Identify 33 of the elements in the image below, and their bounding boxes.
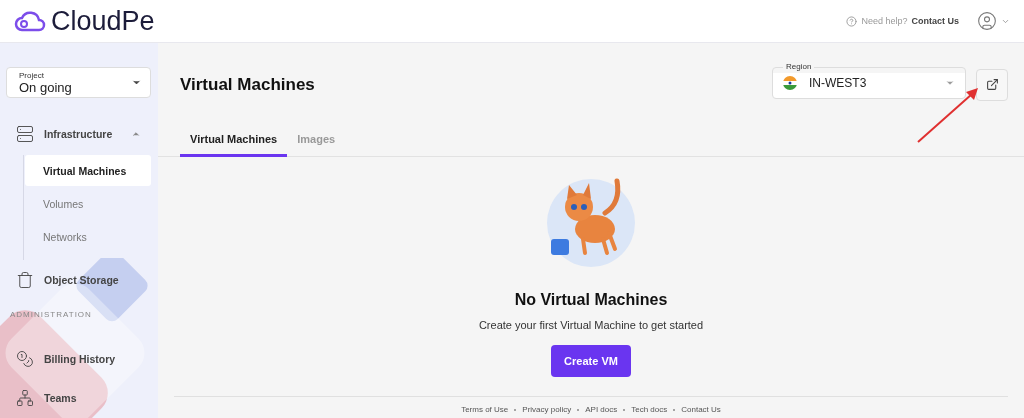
page-title: Virtual Machines <box>180 74 315 95</box>
coins-icon <box>16 349 34 368</box>
empty-state-text: Create your first Virtual Machine to get started <box>478 319 704 331</box>
cloud-logo-icon <box>14 10 46 32</box>
logo[interactable]: CloudPe <box>14 5 155 37</box>
nav-item[interactable]: Infrastructure <box>6 113 151 156</box>
nav-subitem[interactable]: Networks <box>25 221 151 253</box>
nav-subitem[interactable]: Virtual Machines <box>25 155 151 187</box>
network-icon <box>16 389 34 408</box>
nav-item[interactable]: Billing History <box>6 338 151 379</box>
user-avatar-icon[interactable] <box>977 11 997 31</box>
flag-icon <box>783 76 797 90</box>
nav-subitem[interactable]: Volumes <box>25 188 151 220</box>
nav-item[interactable]: Object Storage <box>6 260 151 300</box>
server-icon <box>16 125 34 144</box>
region-label: Region <box>785 62 813 72</box>
empty-state-title: No Virtual Machines <box>514 291 668 309</box>
contact-link[interactable]: Contact Us <box>911 16 959 26</box>
help-text: Need help? <box>861 16 908 26</box>
footer-link[interactable]: Contact Us <box>681 405 721 418</box>
nav-item[interactable]: Teams <box>6 378 151 418</box>
external-link-icon <box>985 78 999 91</box>
create-vm-button[interactable]: Create VM <box>551 345 631 377</box>
footer-link[interactable]: Terms of Use <box>461 405 509 418</box>
help-icon <box>846 15 858 27</box>
project-select[interactable]: Project On going <box>6 67 151 99</box>
open-external-button[interactable] <box>976 68 1008 101</box>
caret-icon <box>945 78 955 88</box>
tab[interactable]: Virtual Machines <box>180 127 288 157</box>
section-label: ADMINISTRATION <box>9 308 93 321</box>
footer-link[interactable]: API docs <box>585 405 618 418</box>
footer-link[interactable]: Privacy policy <box>522 405 572 418</box>
footer-link[interactable]: Tech docs <box>631 405 668 418</box>
